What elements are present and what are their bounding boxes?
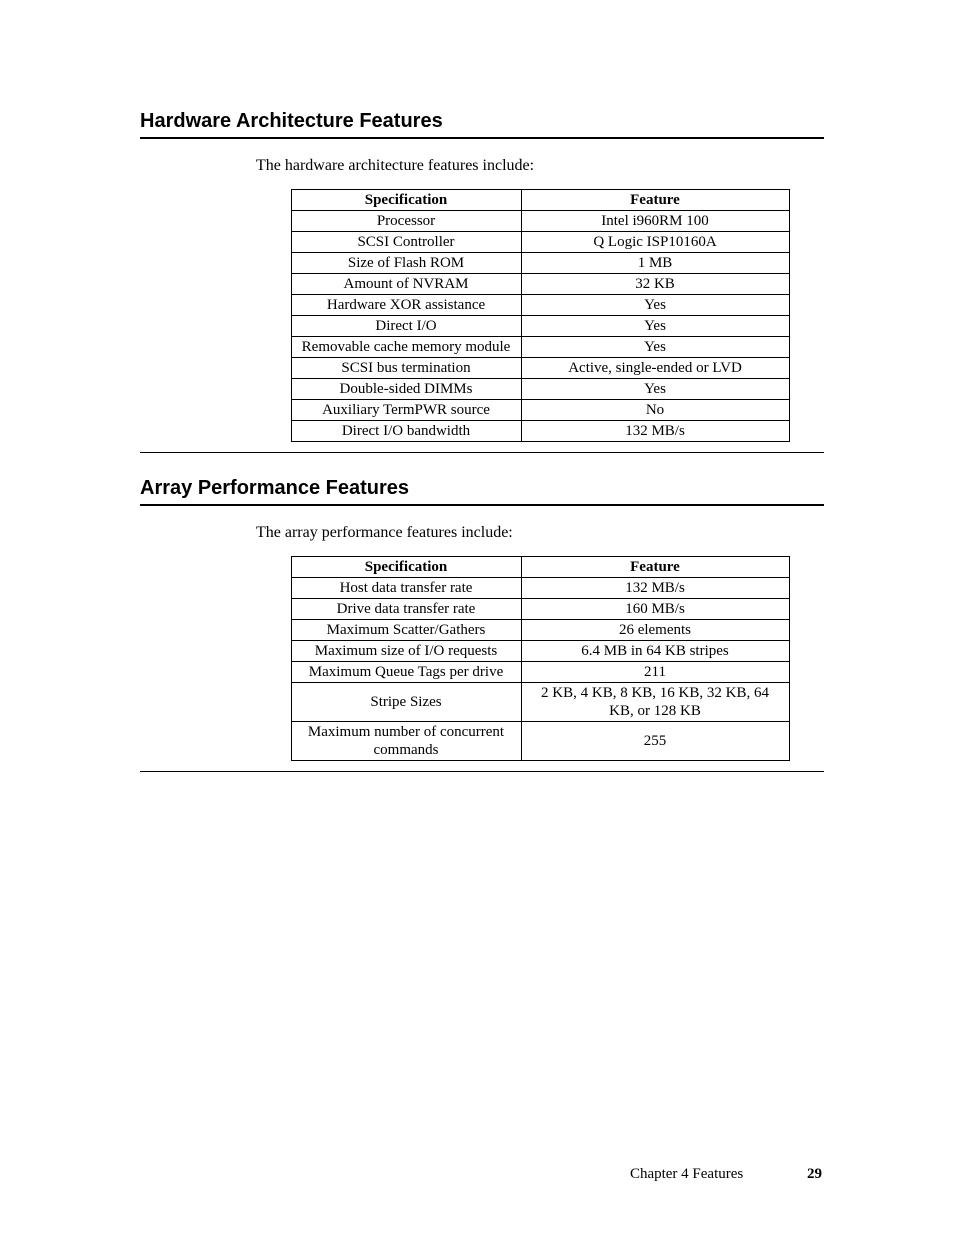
- cell-spec: SCSI Controller: [291, 232, 521, 253]
- cell-feature: 132 MB/s: [521, 421, 789, 442]
- th-spec: Specification: [291, 190, 521, 211]
- cell-spec: Hardware XOR assistance: [291, 295, 521, 316]
- cell-spec: Size of Flash ROM: [291, 253, 521, 274]
- cell-feature: Yes: [521, 337, 789, 358]
- cell-feature: Intel i960RM 100: [521, 211, 789, 232]
- table-header-row: Specification Feature: [291, 557, 789, 578]
- table-row: Stripe Sizes2 KB, 4 KB, 8 KB, 16 KB, 32 …: [291, 683, 789, 722]
- cell-spec: Drive data transfer rate: [291, 599, 521, 620]
- table-header-row: Specification Feature: [291, 190, 789, 211]
- cell-spec: Maximum Scatter/Gathers: [291, 620, 521, 641]
- table-row: Double-sided DIMMsYes: [291, 379, 789, 400]
- cell-spec: Maximum Queue Tags per drive: [291, 662, 521, 683]
- cell-feature: 2 KB, 4 KB, 8 KB, 16 KB, 32 KB, 64 KB, o…: [521, 683, 789, 722]
- table-row: SCSI bus terminationActive, single-ended…: [291, 358, 789, 379]
- cell-spec: Maximum size of I/O requests: [291, 641, 521, 662]
- table-row: Amount of NVRAM32 KB: [291, 274, 789, 295]
- table-row: Maximum number of concurrent commands255: [291, 722, 789, 761]
- footer-page-number: 29: [807, 1166, 822, 1182]
- table-row: ProcessorIntel i960RM 100: [291, 211, 789, 232]
- cell-spec: Stripe Sizes: [291, 683, 521, 722]
- cell-feature: 211: [521, 662, 789, 683]
- tbody-array: Host data transfer rate132 MB/sDrive dat…: [291, 578, 789, 761]
- cell-feature: 132 MB/s: [521, 578, 789, 599]
- cell-spec: SCSI bus termination: [291, 358, 521, 379]
- table-wrap-2: Specification Feature Host data transfer…: [256, 556, 824, 761]
- rule-thin-1: [140, 452, 824, 453]
- cell-spec: Direct I/O: [291, 316, 521, 337]
- cell-spec: Amount of NVRAM: [291, 274, 521, 295]
- cell-feature: Active, single-ended or LVD: [521, 358, 789, 379]
- section-array-perf: Array Performance Features The array per…: [140, 477, 824, 772]
- heading-array-perf: Array Performance Features: [140, 477, 824, 500]
- cell-feature: 6.4 MB in 64 KB stripes: [521, 641, 789, 662]
- table-row: Direct I/O bandwidth132 MB/s: [291, 421, 789, 442]
- cell-feature: Yes: [521, 316, 789, 337]
- th-spec: Specification: [291, 557, 521, 578]
- cell-spec: Direct I/O bandwidth: [291, 421, 521, 442]
- intro-array-perf: The array performance features include:: [256, 524, 824, 542]
- cell-spec: Auxiliary TermPWR source: [291, 400, 521, 421]
- table-row: Maximum Queue Tags per drive211: [291, 662, 789, 683]
- table-row: Size of Flash ROM1 MB: [291, 253, 789, 274]
- cell-spec: Double-sided DIMMs: [291, 379, 521, 400]
- table-row: Drive data transfer rate160 MB/s: [291, 599, 789, 620]
- cell-feature: 255: [521, 722, 789, 761]
- cell-spec: Processor: [291, 211, 521, 232]
- page-footer: Chapter 4 Features 29: [140, 1166, 822, 1183]
- table-row: Host data transfer rate132 MB/s: [291, 578, 789, 599]
- table-wrap-1: Specification Feature ProcessorIntel i96…: [256, 189, 824, 442]
- cell-feature: 26 elements: [521, 620, 789, 641]
- cell-feature: Q Logic ISP10160A: [521, 232, 789, 253]
- table-hardware-arch: Specification Feature ProcessorIntel i96…: [291, 189, 790, 442]
- cell-feature: 160 MB/s: [521, 599, 789, 620]
- footer-chapter: Chapter 4 Features: [630, 1166, 743, 1182]
- table-row: Direct I/OYes: [291, 316, 789, 337]
- table-row: SCSI ControllerQ Logic ISP10160A: [291, 232, 789, 253]
- rule-heavy-2: [140, 504, 824, 506]
- section-hardware-arch: Hardware Architecture Features The hardw…: [140, 110, 824, 453]
- th-feature: Feature: [521, 190, 789, 211]
- cell-spec: Removable cache memory module: [291, 337, 521, 358]
- table-row: Maximum Scatter/Gathers26 elements: [291, 620, 789, 641]
- table-row: Removable cache memory moduleYes: [291, 337, 789, 358]
- cell-feature: 1 MB: [521, 253, 789, 274]
- cell-spec: Host data transfer rate: [291, 578, 521, 599]
- cell-feature: Yes: [521, 379, 789, 400]
- rule-heavy-1: [140, 137, 824, 139]
- cell-feature: Yes: [521, 295, 789, 316]
- th-feature: Feature: [521, 557, 789, 578]
- table-row: Hardware XOR assistanceYes: [291, 295, 789, 316]
- page: Hardware Architecture Features The hardw…: [0, 0, 954, 1235]
- heading-hardware-arch: Hardware Architecture Features: [140, 110, 824, 133]
- intro-hardware-arch: The hardware architecture features inclu…: [256, 157, 824, 175]
- table-row: Auxiliary TermPWR sourceNo: [291, 400, 789, 421]
- table-row: Maximum size of I/O requests6.4 MB in 64…: [291, 641, 789, 662]
- cell-spec: Maximum number of concurrent commands: [291, 722, 521, 761]
- cell-feature: No: [521, 400, 789, 421]
- table-array-perf: Specification Feature Host data transfer…: [291, 556, 790, 761]
- tbody-hardware: ProcessorIntel i960RM 100SCSI Controller…: [291, 211, 789, 442]
- rule-thin-2: [140, 771, 824, 772]
- cell-feature: 32 KB: [521, 274, 789, 295]
